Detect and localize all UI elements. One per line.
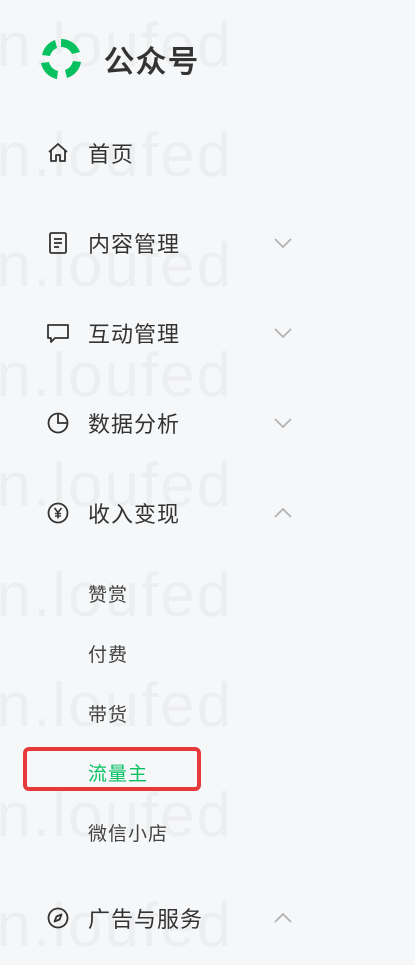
menu-item-label: 广告与服务 <box>88 908 204 933</box>
compass-icon <box>45 905 71 931</box>
menu-item-label: 互动管理 <box>88 323 181 348</box>
menu-item-label: 数据分析 <box>88 413 181 438</box>
chat-bubble-icon <box>45 320 71 346</box>
submenu-item-label: 赞赏 <box>88 583 129 606</box>
menu-item-ads-and-services[interactable]: 广告与服务 <box>0 890 415 946</box>
wechat-official-account-logo-icon <box>36 34 86 84</box>
menu-item-interaction-management[interactable]: 互动管理 <box>0 305 415 361</box>
menu-item-label: 首页 <box>88 143 135 168</box>
submenu-item-commerce[interactable]: 带货 <box>0 689 415 737</box>
brand-name: 公众号 <box>104 45 200 80</box>
document-icon <box>45 230 71 256</box>
submenu-item-wechat-store[interactable]: 微信小店 <box>0 808 415 856</box>
submenu-item-appreciation[interactable]: 赞赏 <box>0 569 415 617</box>
submenu-item-label: 流量主 <box>88 762 149 785</box>
yen-icon <box>45 500 71 526</box>
chevron-up-icon[interactable] <box>270 905 296 931</box>
submenu-item-traffic-owner[interactable]: 流量主 <box>0 748 415 796</box>
menu-item-home[interactable]: 首页 <box>0 125 415 181</box>
submenu-item-paid[interactable]: 付费 <box>0 629 415 677</box>
sidebar: on.loufed on.loufed on.loufed on.loufed … <box>0 0 415 965</box>
menu-item-data-analysis[interactable]: 数据分析 <box>0 395 415 451</box>
menu-item-label: 内容管理 <box>88 233 181 258</box>
menu-item-content-management[interactable]: 内容管理 <box>0 215 415 271</box>
chevron-down-icon[interactable] <box>270 320 296 346</box>
chevron-down-icon[interactable] <box>270 410 296 436</box>
menu-item-label: 收入变现 <box>88 503 181 528</box>
submenu-item-label: 付费 <box>88 643 129 666</box>
menu-item-monetization[interactable]: 收入变现 <box>0 485 415 541</box>
home-icon <box>45 140 71 166</box>
brand-header[interactable]: 公众号 <box>36 34 200 84</box>
submenu-item-label: 带货 <box>88 703 129 726</box>
chevron-up-icon[interactable] <box>270 500 296 526</box>
chevron-down-icon[interactable] <box>270 230 296 256</box>
pie-chart-icon <box>45 410 71 436</box>
submenu-item-label: 微信小店 <box>88 822 169 845</box>
